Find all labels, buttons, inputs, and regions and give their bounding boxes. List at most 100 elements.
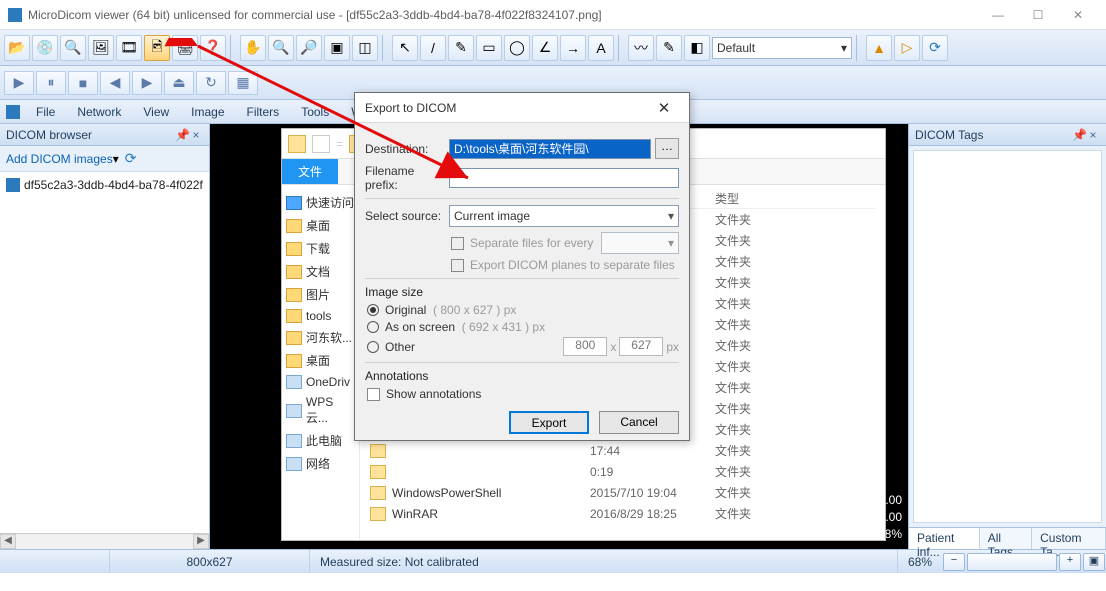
zoom-slider[interactable] xyxy=(967,553,1057,571)
sidebar-item[interactable]: 河东软... xyxy=(284,326,357,349)
tab-patient-info[interactable]: Patient inf... xyxy=(909,528,980,549)
flip-v-icon[interactable]: ▷ xyxy=(894,35,920,61)
loop-icon[interactable]: ↻ xyxy=(196,71,226,95)
list-item[interactable]: WindowsPowerShell2015/7/10 19:04文件夹 xyxy=(370,482,875,503)
panel-close-icon[interactable]: × xyxy=(1086,128,1100,142)
explorer-tab-file[interactable]: 文件 xyxy=(282,159,338,184)
play-icon[interactable]: ▶ xyxy=(4,71,34,95)
image-icon[interactable]: 🖼 xyxy=(88,35,114,61)
flip-h-icon[interactable]: ▲ xyxy=(866,35,892,61)
status-measured: Measured size: Not calibrated xyxy=(310,550,898,573)
close-button[interactable]: ✕ xyxy=(1058,1,1098,29)
curve-tool-icon[interactable]: 〰 xyxy=(628,35,654,61)
edit-tool-icon[interactable]: ✎ xyxy=(656,35,682,61)
zoom-in-icon[interactable]: 🔍 xyxy=(268,35,294,61)
pointer-icon[interactable]: ↖ xyxy=(392,35,418,61)
window-level-icon[interactable]: ◧ xyxy=(684,35,710,61)
add-images-link[interactable]: Add DICOM images xyxy=(6,152,113,166)
list-item[interactable]: WinRAR2016/8/29 18:25文件夹 xyxy=(370,503,875,524)
sidebar-item[interactable]: 桌面 xyxy=(284,349,357,372)
cancel-button[interactable]: Cancel xyxy=(599,411,679,434)
print-icon[interactable]: 🖨 xyxy=(172,35,198,61)
menu-network[interactable]: Network xyxy=(67,102,131,122)
pin-icon[interactable]: 📌 xyxy=(175,128,189,142)
tags-tabstrip: Patient inf... All Tags Custom Ta... xyxy=(909,527,1106,549)
open-file-icon[interactable]: 📂 xyxy=(4,35,30,61)
hand-tool-icon[interactable]: ✋ xyxy=(240,35,266,61)
sidebar-item-label: 文档 xyxy=(306,263,330,280)
rotate-icon[interactable]: ⟳ xyxy=(922,35,948,61)
folder-icon xyxy=(286,265,302,279)
sidebar-item[interactable]: 图片 xyxy=(284,283,357,306)
radio-screen[interactable]: As on screen ( 692 x 431 ) px xyxy=(367,320,679,334)
zoom-out-button[interactable]: − xyxy=(943,553,965,571)
arrow-tool-icon[interactable]: → xyxy=(560,35,586,61)
fit-button[interactable]: ▣ xyxy=(1083,553,1105,571)
angle-tool-icon[interactable]: ∠ xyxy=(532,35,558,61)
export-button[interactable]: Export xyxy=(509,411,589,434)
eject-icon[interactable]: ⏏ xyxy=(164,71,194,95)
sidebar-item[interactable]: 快速访问 xyxy=(284,191,357,214)
menu-tools[interactable]: Tools xyxy=(291,102,339,122)
radio-original[interactable]: Original ( 800 x 627 ) px xyxy=(367,303,679,317)
menu-filters[interactable]: Filters xyxy=(237,102,290,122)
help-icon[interactable]: ❓ xyxy=(200,35,226,61)
text-tool-icon[interactable]: A xyxy=(588,35,614,61)
width-input[interactable]: 800 xyxy=(563,337,607,356)
sidebar-item[interactable]: 下载 xyxy=(284,237,357,260)
tree-item[interactable]: df55c2a3-3ddb-4bd4-ba78-4f022f xyxy=(2,176,207,194)
layout-icon[interactable]: ▦ xyxy=(228,71,258,95)
open-cd-icon[interactable]: 💿 xyxy=(32,35,58,61)
file-type: 文件夹 xyxy=(715,442,785,459)
preset-select[interactable]: Default▾ xyxy=(712,37,852,59)
next-icon[interactable]: ▶ xyxy=(132,71,162,95)
zoom-in-button[interactable]: + xyxy=(1059,553,1081,571)
minimize-button[interactable]: — xyxy=(978,1,1018,29)
prefix-input[interactable] xyxy=(449,168,679,188)
sidebar-item[interactable]: WPS云... xyxy=(284,392,357,429)
height-input[interactable]: 627 xyxy=(619,337,663,356)
search-folder-icon[interactable]: 🔍 xyxy=(60,35,86,61)
tab-all-tags[interactable]: All Tags xyxy=(980,528,1032,549)
file-type: 文件夹 xyxy=(715,400,785,417)
sidebar-item[interactable]: 桌面 xyxy=(284,214,357,237)
tab-custom-tags[interactable]: Custom Ta... xyxy=(1032,528,1106,549)
pin-icon[interactable]: 📌 xyxy=(1072,128,1086,142)
zoom-out-icon[interactable]: 🔎 xyxy=(296,35,322,61)
h-scrollbar[interactable]: ◀▶ xyxy=(0,533,209,549)
rect-tool-icon[interactable]: ▭ xyxy=(476,35,502,61)
stop-icon[interactable]: ■ xyxy=(68,71,98,95)
export-image-icon[interactable]: 🖻 xyxy=(144,35,170,61)
menu-image[interactable]: Image xyxy=(181,102,234,122)
refresh-icon[interactable]: ⟳ xyxy=(125,150,143,168)
pause-icon[interactable]: ⏸ xyxy=(36,71,66,95)
browse-button[interactable]: … xyxy=(655,138,679,159)
list-item[interactable]: 0:19文件夹 xyxy=(370,461,875,482)
show-annotations-row[interactable]: Show annotations xyxy=(367,387,679,401)
destination-input[interactable]: D:\tools\桌面\河东软件园\ xyxy=(449,139,651,159)
ellipse-tool-icon[interactable]: ◯ xyxy=(504,35,530,61)
panel-close-icon[interactable]: × xyxy=(189,128,203,142)
dialog-close-icon[interactable]: ✕ xyxy=(649,99,679,117)
folder-icon xyxy=(370,444,386,458)
list-item[interactable]: 17:44文件夹 xyxy=(370,440,875,461)
sidebar-item[interactable]: 此电脑 xyxy=(284,429,357,452)
sidebar-item[interactable]: 文档 xyxy=(284,260,357,283)
sidebar-item[interactable]: OneDriv xyxy=(284,372,357,392)
menu-file[interactable]: File xyxy=(26,102,65,122)
sidebar-item[interactable]: tools xyxy=(284,306,357,326)
checkbox[interactable] xyxy=(367,388,380,401)
full-extent-icon[interactable]: ◫ xyxy=(352,35,378,61)
source-select[interactable]: Current image▾ xyxy=(449,205,679,227)
col-type-header[interactable]: 类型 xyxy=(715,190,785,207)
video-icon[interactable]: 🎞 xyxy=(116,35,142,61)
sidebar-item[interactable]: 网络 xyxy=(284,452,357,475)
file-type: 文件夹 xyxy=(715,295,785,312)
line-tool-icon[interactable]: / xyxy=(420,35,446,61)
radio-other[interactable]: Other 800 x 627 px xyxy=(367,337,679,356)
fit-window-icon[interactable]: ▣ xyxy=(324,35,350,61)
menu-view[interactable]: View xyxy=(133,102,179,122)
maximize-button[interactable]: ☐ xyxy=(1018,1,1058,29)
pencil-tool-icon[interactable]: ✎ xyxy=(448,35,474,61)
prev-icon[interactable]: ◀ xyxy=(100,71,130,95)
